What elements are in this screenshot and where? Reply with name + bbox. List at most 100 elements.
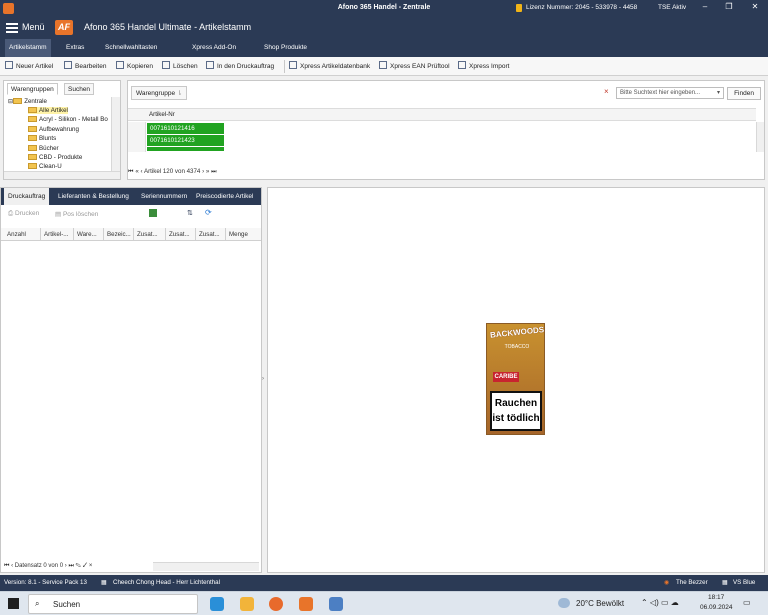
grid-vertical-scrollbar[interactable] [756,122,764,152]
minimize-button[interactable]: – [698,2,712,14]
search-input[interactable]: Bitte Suchtext hier eingeben... ▾ [616,87,724,99]
next-page-icon[interactable]: » [206,168,209,175]
first-record-icon[interactable]: ⏮ [4,563,9,569]
file-explorer-icon[interactable] [240,597,254,611]
copy-button[interactable]: Kopieren [116,61,153,70]
refresh-icon[interactable]: ⟳ [205,208,212,217]
column-header-bezeichnung[interactable]: Bezeic... [104,228,134,241]
group-by-chip[interactable]: Warengruppe ⇂ [131,86,188,100]
last-record-icon[interactable]: ⏭ [211,168,217,175]
tree-item[interactable]: Acryl - Silikon - Metall Bo [28,116,108,123]
tab-xpress-addon[interactable]: Xpress Add-On [188,39,240,57]
tab-schnellwahltasten[interactable]: Schnellwahltasten [101,39,161,57]
first-record-icon[interactable]: ⏮ [128,168,134,175]
column-header-zusatz-1[interactable]: Zusat... [134,228,166,241]
theme-selector[interactable]: VS Blue [733,579,755,586]
search-input[interactable]: ⌕ Suchen [28,594,198,614]
clock-time[interactable]: 18:17 [708,594,724,601]
column-header-zusatz-3[interactable]: Zusat... [196,228,226,241]
search-icon: ⌕ [35,599,40,608]
grid-navigator: ⏮ « ‹ Artikel 120 von 4374 › » ⏭ [128,168,217,175]
sort-icon[interactable]: ⇅ [187,209,193,217]
clock-date[interactable]: 06.09.2024 [700,604,733,611]
tree-item[interactable]: Aufbewahrung [28,126,79,133]
column-header-anzahl[interactable]: Anzahl [4,228,41,241]
folder-icon [28,135,37,141]
column-header-warengruppe[interactable]: Ware... [74,228,104,241]
close-button[interactable]: ✕ [748,2,762,14]
firefox-icon[interactable] [269,597,283,611]
tab-druckauftrag[interactable]: Druckauftrag [4,188,50,205]
version-info: Version: 8.1 - Service Pack 13 [4,579,87,586]
splitter-handle-icon[interactable]: › [262,376,264,382]
delete-button[interactable]: Löschen [162,61,198,70]
tree-root[interactable]: ⊟ Zentrale [8,98,47,105]
last-record-icon[interactable]: ⏭ [68,563,73,569]
xpress-ean-button[interactable]: Xpress EAN Prüftool [379,61,450,70]
column-header-zusatz-2[interactable]: Zusat... [166,228,196,241]
export-icon[interactable] [149,209,157,217]
maximize-button[interactable]: ❐ [722,2,736,14]
clear-search-icon[interactable]: × [604,87,609,96]
next-record-icon[interactable]: › [202,168,204,175]
new-article-button[interactable]: Neuer Artikel [5,61,53,70]
previous-page-icon[interactable]: « [135,168,138,175]
folder-icon [13,98,23,104]
tree-item[interactable]: Blunts [28,135,56,142]
tree-item[interactable]: Clean-U [28,163,62,170]
tab-seriennummern[interactable]: Seriennummern [137,188,192,205]
previous-record-icon[interactable]: ‹ [141,168,143,175]
xpress-import-button[interactable]: Xpress Import [458,61,509,70]
table-row[interactable]: 0071610121416 [147,123,224,134]
previous-record-icon[interactable]: ‹ [11,563,13,569]
notifications-icon[interactable]: ▭ [743,598,751,607]
confirm-icon[interactable]: ✓ [83,563,88,569]
delete-position-button[interactable]: ▤ Pos löschen [55,210,98,218]
menu-button[interactable]: Menü [22,22,45,32]
tree-item[interactable]: CBD - Produkte [28,154,82,161]
chevron-down-icon[interactable]: ▾ [717,88,720,99]
tab-warengruppen[interactable]: Warengruppen [7,83,58,95]
tree-vertical-scrollbar[interactable] [111,97,120,171]
print-job-icon [206,61,214,69]
weather-icon [558,598,570,608]
cancel-icon[interactable]: × [89,563,93,569]
records-horizontal-scrollbar[interactable] [153,562,259,571]
table-row[interactable]: 0071610121423 [147,135,224,146]
find-button[interactable]: Finden [727,87,761,100]
print-job-button[interactable]: In den Druckauftrag [206,61,274,70]
print-button[interactable]: ⎙ Drucken [8,210,39,218]
tab-artikelstamm[interactable]: Artikelstamm [5,39,51,57]
tray-icons[interactable]: ⌃ ◁) ▭ ☁ [641,598,679,607]
tab-preiscodierte-artikel[interactable]: Preiscodierte Artikel [192,188,258,205]
bezzer-menu[interactable]: The Bezzer [676,579,708,586]
tab-shop-produkte[interactable]: Shop Produkte [260,39,311,57]
column-header-artikel-nr[interactable]: Artikel-Nr [146,109,175,120]
next-record-icon[interactable]: › [65,563,67,569]
column-header-artikel[interactable]: Artikel-... [41,228,74,241]
tab-suchen[interactable]: Suchen [64,83,95,95]
edit-record-icon[interactable]: ✎ [76,563,81,569]
windows-taskbar: ⌕ Suchen 20°C Bewölkt ⌃ ◁) ▭ ☁ 18:17 06.… [0,591,768,615]
tree-horizontal-scrollbar[interactable] [4,171,120,179]
afono-taskbar-icon[interactable] [299,597,313,611]
task-view-icon[interactable] [210,597,224,611]
start-icon[interactable] [8,598,19,609]
ean-check-icon [379,61,387,69]
sort-icon: ⇂ [176,90,183,97]
store-info: Cheech Chong Head - Herr Lichtenthal [113,579,220,586]
tree-item-alle-artikel[interactable]: Alle Artikel [28,107,68,114]
column-header-menge[interactable]: Menge [226,228,261,241]
xpress-database-button[interactable]: Xpress Artikeldatenbank [289,61,370,70]
hamburger-menu-icon[interactable] [6,23,18,33]
tree-item[interactable]: Bücher [28,145,59,152]
bezzer-icon: ◉ [664,579,670,586]
table-row[interactable] [147,147,224,151]
app-taskbar-icon[interactable] [329,597,343,611]
weather-text[interactable]: 20°C Bewölkt [576,599,624,608]
edit-button[interactable]: Bearbeiten [64,61,106,70]
license-icon [516,4,522,12]
tab-extras[interactable]: Extras [62,39,88,57]
app-title: Afono 365 Handel Ultimate - Artikelstamm [84,22,252,32]
tab-lieferanten[interactable]: Lieferanten & Bestellung [54,188,133,205]
